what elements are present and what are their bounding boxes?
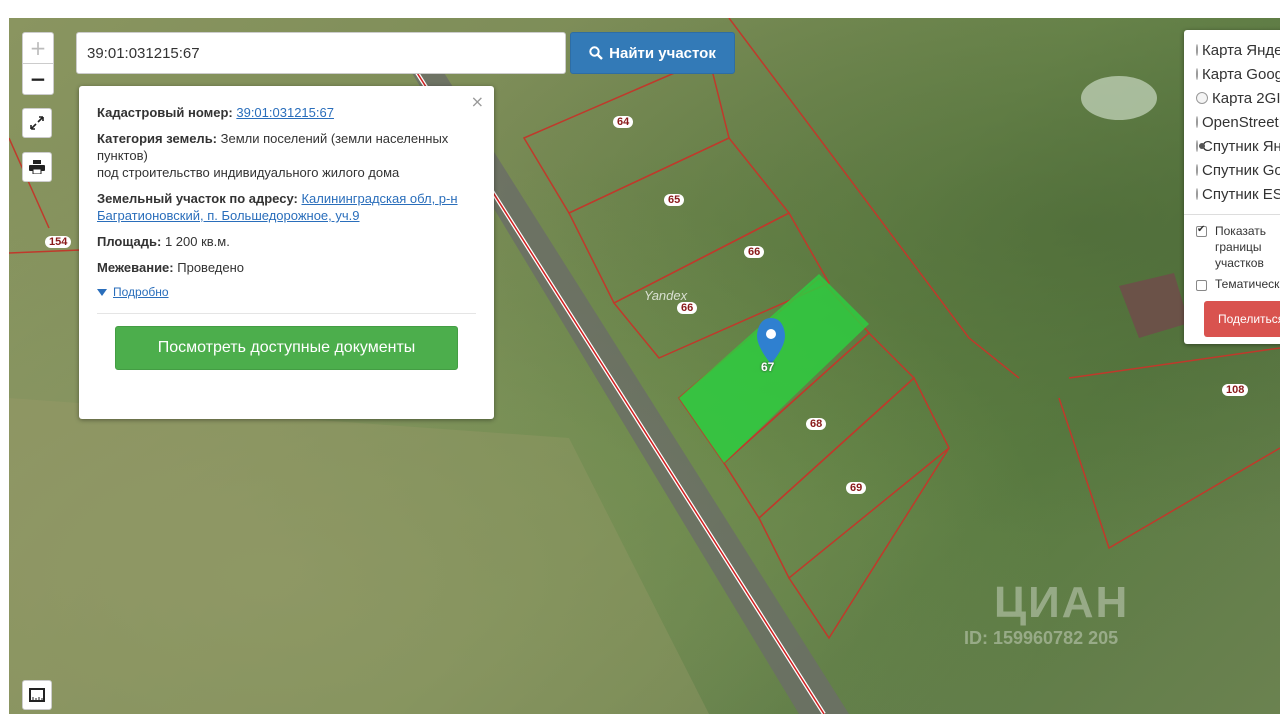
layer-option[interactable]: Карта Яндекс	[1196, 38, 1280, 62]
plot-label-66: 66	[744, 246, 765, 258]
plot-label-66-2: 66	[677, 302, 698, 314]
zoom-out-button[interactable]: −	[23, 64, 53, 94]
layer-label: Спутник Google	[1202, 161, 1280, 179]
survey-label: Межевание:	[97, 260, 174, 275]
layer-option[interactable]: Спутник Яндекс	[1196, 134, 1280, 158]
category-usage: под строительство индивидуального жилого…	[97, 165, 400, 180]
zoom-in-button[interactable]: +	[23, 33, 53, 64]
view-documents-button[interactable]: Посмотреть доступные документы	[115, 326, 458, 370]
layer-label: Карта Google	[1202, 65, 1280, 83]
area-value: 1 200 кв.м.	[164, 234, 230, 249]
yandex-mark: Yandex	[644, 288, 688, 303]
ruler-button[interactable]	[22, 680, 52, 710]
watermark-id: ID: 159960782 205	[964, 628, 1119, 648]
cadastral-row: Кадастровый номер: 39:01:031215:67	[97, 104, 476, 121]
building	[1119, 273, 1189, 338]
show-borders-checkbox[interactable]	[1196, 224, 1207, 237]
zoom-control: + −	[22, 32, 54, 95]
parcel-info-popup: × Кадастровый номер: 39:01:031215:67 Кат…	[79, 86, 494, 419]
plot-label-64: 64	[613, 116, 634, 128]
plot-label-154: 154	[45, 236, 72, 248]
address-label: Земельный участок по адресу:	[97, 191, 298, 206]
thematic-checkbox[interactable]	[1196, 280, 1207, 291]
layer-option[interactable]: Спутник Google	[1196, 158, 1280, 182]
category-label: Категория земель:	[97, 131, 218, 146]
area-label: Площадь:	[97, 234, 162, 249]
ruler-icon	[29, 688, 45, 702]
layer-label: Спутник Яндекс	[1202, 137, 1280, 155]
plot-label-69: 69	[846, 482, 867, 494]
area-row: Площадь: 1 200 кв.м.	[97, 233, 476, 250]
close-icon[interactable]: ×	[471, 92, 484, 111]
layer-radio[interactable]	[1196, 164, 1198, 176]
caret-down-icon	[97, 288, 107, 296]
search-icon	[589, 46, 604, 60]
print-button[interactable]	[22, 152, 52, 182]
cadastral-link[interactable]: 39:01:031215:67	[236, 105, 334, 120]
layer-label: Спутник ESRI	[1202, 185, 1280, 203]
printer-icon	[29, 160, 45, 174]
east-boundary-1	[1068, 347, 1280, 379]
layer-option[interactable]: OpenStreetMap	[1196, 110, 1280, 134]
survey-value: Проведено	[177, 260, 244, 275]
plot-label-68: 68	[806, 418, 827, 430]
plot-64-boundary	[522, 56, 730, 214]
layer-switcher: Карта Яндекс Карта Google Карта 2GIS OpenSt…	[1184, 30, 1280, 344]
cadastral-label: Кадастровый номер:	[97, 105, 233, 120]
layer-radio[interactable]	[1196, 68, 1198, 80]
category-row: Категория земель: Земли поселений (земли…	[97, 130, 476, 181]
layer-radio[interactable]	[1196, 44, 1198, 56]
thematic-label: Тематические	[1215, 277, 1280, 291]
find-parcel-button[interactable]: Найти участок	[570, 32, 735, 74]
layer-label: Карта Яндекс	[1202, 41, 1280, 59]
share-button[interactable]: Поделиться	[1204, 301, 1280, 337]
survey-row: Межевание: Проведено	[97, 259, 476, 276]
fullscreen-button[interactable]	[22, 108, 52, 138]
layer-radio[interactable]	[1196, 188, 1198, 200]
layer-radio[interactable]	[1196, 116, 1198, 128]
plot-65-boundary	[567, 137, 791, 305]
show-borders-toggle[interactable]: Показать границы участков	[1196, 223, 1280, 271]
plot-70-boundary	[788, 447, 950, 640]
layers-divider	[1184, 214, 1280, 215]
thematic-toggle[interactable]: Тематические	[1196, 277, 1280, 291]
watermark: ЦИАН	[994, 578, 1130, 627]
plot-69-boundary	[758, 376, 950, 580]
layer-radio[interactable]	[1196, 92, 1208, 104]
find-parcel-label: Найти участок	[609, 44, 716, 62]
layer-option[interactable]: Карта Google	[1196, 62, 1280, 86]
east-boundary-2	[1058, 397, 1280, 550]
expand-icon	[30, 116, 44, 130]
show-borders-label: Показать границы участков	[1215, 224, 1267, 270]
address-row: Земельный участок по адресу: Калининград…	[97, 190, 476, 224]
layer-option[interactable]: Карта 2GIS	[1196, 86, 1280, 110]
plot-label-65: 65	[664, 194, 685, 206]
cadastral-search-input[interactable]	[76, 32, 566, 74]
layer-option[interactable]: Спутник ESRI	[1196, 182, 1280, 206]
details-label: Подробно	[113, 285, 169, 299]
layer-label: Карта 2GIS	[1212, 89, 1280, 107]
pond	[1081, 76, 1157, 120]
layer-radio[interactable]	[1196, 140, 1205, 152]
plot-label-67: 67	[761, 360, 775, 374]
layer-label: OpenStreetMap	[1202, 113, 1280, 131]
field	[9, 398, 709, 714]
popup-divider	[97, 313, 476, 314]
details-toggle[interactable]: Подробно	[97, 285, 476, 299]
plot-label-108: 108	[1222, 384, 1249, 396]
layer-list: Карта Яндекс Карта Google Карта 2GIS OpenSt…	[1196, 38, 1280, 206]
